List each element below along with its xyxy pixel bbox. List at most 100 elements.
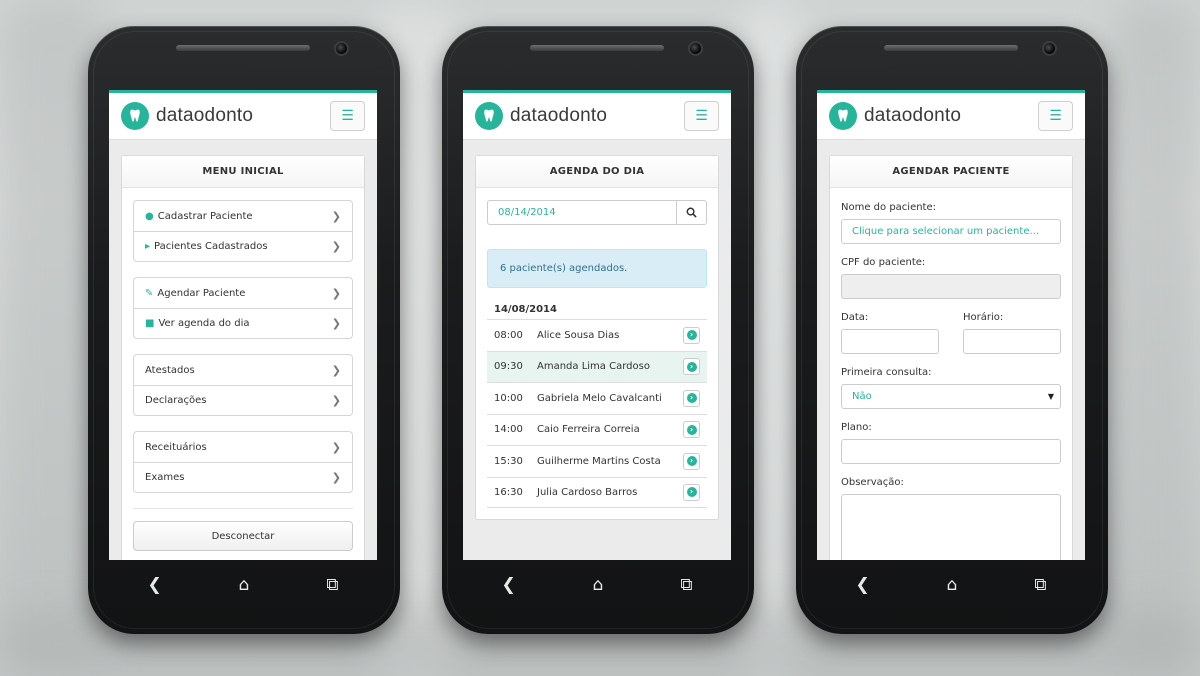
table-row[interactable]: 14:00 Caio Ferreira Correia › — [487, 413, 707, 446]
menu-item-atestados[interactable]: Atestados ❯ — [134, 355, 352, 385]
appointment-patient: Alice Sousa Dias — [537, 329, 620, 341]
open-appointment-button[interactable]: › — [683, 452, 700, 470]
recent-apps-icon[interactable]: ⧉ — [1034, 575, 1046, 595]
agenda-panel: AGENDA DO DIA 08/14/2014 6 paciente(s) a… — [475, 155, 719, 520]
date-input[interactable]: 08/14/2014 — [487, 200, 677, 225]
menu-item-declaracoes[interactable]: Declarações ❯ — [134, 385, 352, 415]
table-row[interactable]: 09:30 Amanda Lima Cardoso › — [487, 350, 707, 382]
open-appointment-button[interactable]: › — [683, 483, 700, 501]
time-label: Horário: — [963, 312, 1004, 323]
open-appointment-button[interactable]: › — [683, 421, 700, 439]
table-row[interactable]: 10:00 Gabriela Melo Cavalcanti › — [487, 382, 707, 414]
date-search-group: 08/14/2014 — [487, 200, 707, 225]
app-header: dataodonto ☰ — [463, 90, 731, 140]
phone-agenda: dataodonto ☰ AGENDA DO DIA 08/14/2014 6 … — [442, 26, 754, 634]
menu-toggle-button[interactable]: ☰ — [684, 101, 719, 131]
open-appointment-button[interactable]: › — [683, 326, 700, 344]
menu-item-pacientes-cadastrados[interactable]: ▸ Pacientes Cadastrados ❯ — [134, 231, 352, 261]
menu-item-receituarios[interactable]: Receituários ❯ — [134, 432, 352, 462]
back-icon[interactable]: ❮ — [855, 575, 869, 595]
folder-open-icon: ▸ — [145, 241, 151, 252]
open-appointment-button[interactable]: › — [683, 389, 700, 407]
chevron-right-icon: ❯ — [331, 363, 341, 377]
hamburger-icon: ☰ — [341, 108, 354, 124]
home-icon[interactable]: ⌂ — [947, 575, 958, 595]
cpf-label: CPF do paciente: — [841, 257, 926, 268]
open-appointment-button[interactable]: › — [683, 358, 700, 376]
menu-item-label: Receituários — [145, 441, 207, 453]
menu-item-exames[interactable]: Exames ❯ — [134, 462, 352, 492]
back-icon[interactable]: ❮ — [501, 575, 515, 595]
brand-name[interactable]: dataodonto — [156, 105, 330, 127]
brand-name[interactable]: dataodonto — [864, 105, 1038, 127]
chevron-right-icon: ❯ — [331, 440, 341, 454]
first-visit-select[interactable]: Não ▼ — [841, 384, 1061, 409]
notes-textarea[interactable] — [841, 494, 1061, 560]
menu-group-schedule: ✎ Agendar Paciente ❯ ■ Ver agenda do dia… — [133, 277, 353, 339]
appointment-patient: Caio Ferreira Correia — [537, 424, 640, 436]
home-icon[interactable]: ⌂ — [593, 575, 604, 595]
divider — [133, 508, 353, 509]
phone-menu: dataodonto ☰ MENU INICIAL ● Cadastrar Pa… — [88, 26, 400, 634]
hamburger-icon: ☰ — [695, 108, 708, 124]
menu-item-label: Agendar Paciente — [157, 287, 246, 299]
chevron-circle-right-icon: › — [686, 456, 697, 467]
search-button[interactable] — [677, 200, 707, 225]
appointments-count-alert: 6 paciente(s) agendados. — [487, 249, 707, 288]
menu-item-label: Atestados — [145, 364, 195, 376]
table-row[interactable]: 16:30 Julia Cardoso Barros › — [487, 476, 707, 508]
menu-item-agendar-paciente[interactable]: ✎ Agendar Paciente ❯ — [134, 278, 352, 308]
menu-item-label: Ver agenda do dia — [158, 318, 250, 329]
menu-item-label: Declarações — [145, 395, 207, 406]
speaker — [530, 45, 664, 51]
hamburger-icon: ☰ — [1049, 108, 1062, 124]
home-icon[interactable]: ⌂ — [239, 575, 250, 595]
logo-icon[interactable] — [829, 102, 857, 130]
appointment-time: 15:30 — [494, 455, 523, 467]
logo-icon[interactable] — [475, 102, 503, 130]
first-visit-label: Primeira consulta: — [841, 367, 932, 378]
menu-toggle-button[interactable]: ☰ — [1038, 101, 1073, 131]
plan-field[interactable] — [841, 439, 1061, 464]
panel-title: MENU INICIAL — [122, 156, 364, 188]
speaker — [884, 45, 1018, 51]
android-nav-bar: ❮ ⌂ ⧉ — [463, 560, 731, 610]
day-title: 14/08/2014 — [494, 303, 557, 315]
chevron-right-icon: ❯ — [331, 471, 341, 484]
cpf-field — [841, 274, 1061, 299]
chevron-right-icon: ❯ — [331, 209, 341, 223]
chevron-right-icon: ❯ — [331, 240, 341, 253]
menu-toggle-button[interactable]: ☰ — [330, 101, 365, 131]
brand-name[interactable]: dataodonto — [510, 105, 684, 127]
menu-item-ver-agenda[interactable]: ■ Ver agenda do dia ❯ — [134, 308, 352, 338]
menu-item-cadastrar-paciente[interactable]: ● Cadastrar Paciente ❯ — [134, 201, 352, 231]
screen-agenda: dataodonto ☰ AGENDA DO DIA 08/14/2014 6 … — [463, 90, 731, 560]
speaker — [176, 45, 310, 51]
search-icon — [686, 207, 697, 218]
chevron-right-icon: ❯ — [331, 286, 341, 300]
patient-name-field[interactable]: Clique para selecionar um paciente... — [841, 219, 1061, 244]
book-icon: ■ — [145, 318, 155, 329]
patient-name-label: Nome do paciente: — [841, 202, 936, 213]
menu-item-label: Cadastrar Paciente — [157, 210, 253, 222]
appointment-time: 16:30 — [494, 486, 523, 498]
date-field[interactable] — [841, 329, 939, 354]
appointment-patient: Julia Cardoso Barros — [537, 486, 638, 498]
recent-apps-icon[interactable]: ⧉ — [680, 575, 692, 595]
chevron-circle-right-icon: › — [686, 393, 697, 404]
menu-panel: MENU INICIAL ● Cadastrar Paciente ❯ ▸ Pa… — [121, 155, 365, 560]
appointment-time: 14:00 — [494, 424, 523, 436]
back-icon[interactable]: ❮ — [147, 575, 161, 595]
recent-apps-icon[interactable]: ⧉ — [326, 575, 338, 595]
menu-group-documents: Atestados ❯ Declarações ❯ — [133, 354, 353, 416]
time-field[interactable] — [963, 329, 1061, 354]
logout-button[interactable]: Desconectar — [133, 521, 353, 551]
table-row[interactable]: 08:00 Alice Sousa Dias › — [487, 319, 707, 351]
appointment-patient: Guilherme Martins Costa — [537, 455, 661, 467]
logo-icon[interactable] — [121, 102, 149, 130]
appointment-time: 10:00 — [494, 392, 523, 404]
appointments-list: 08:00 Alice Sousa Dias › 09:30 Amanda Li… — [487, 319, 707, 508]
table-row[interactable]: 15:30 Guilherme Martins Costa › — [487, 445, 707, 477]
phone-form: dataodonto ☰ AGENDAR PACIENTE Nome do pa… — [796, 26, 1108, 634]
schedule-form-panel: AGENDAR PACIENTE Nome do paciente: Cliqu… — [829, 155, 1073, 560]
